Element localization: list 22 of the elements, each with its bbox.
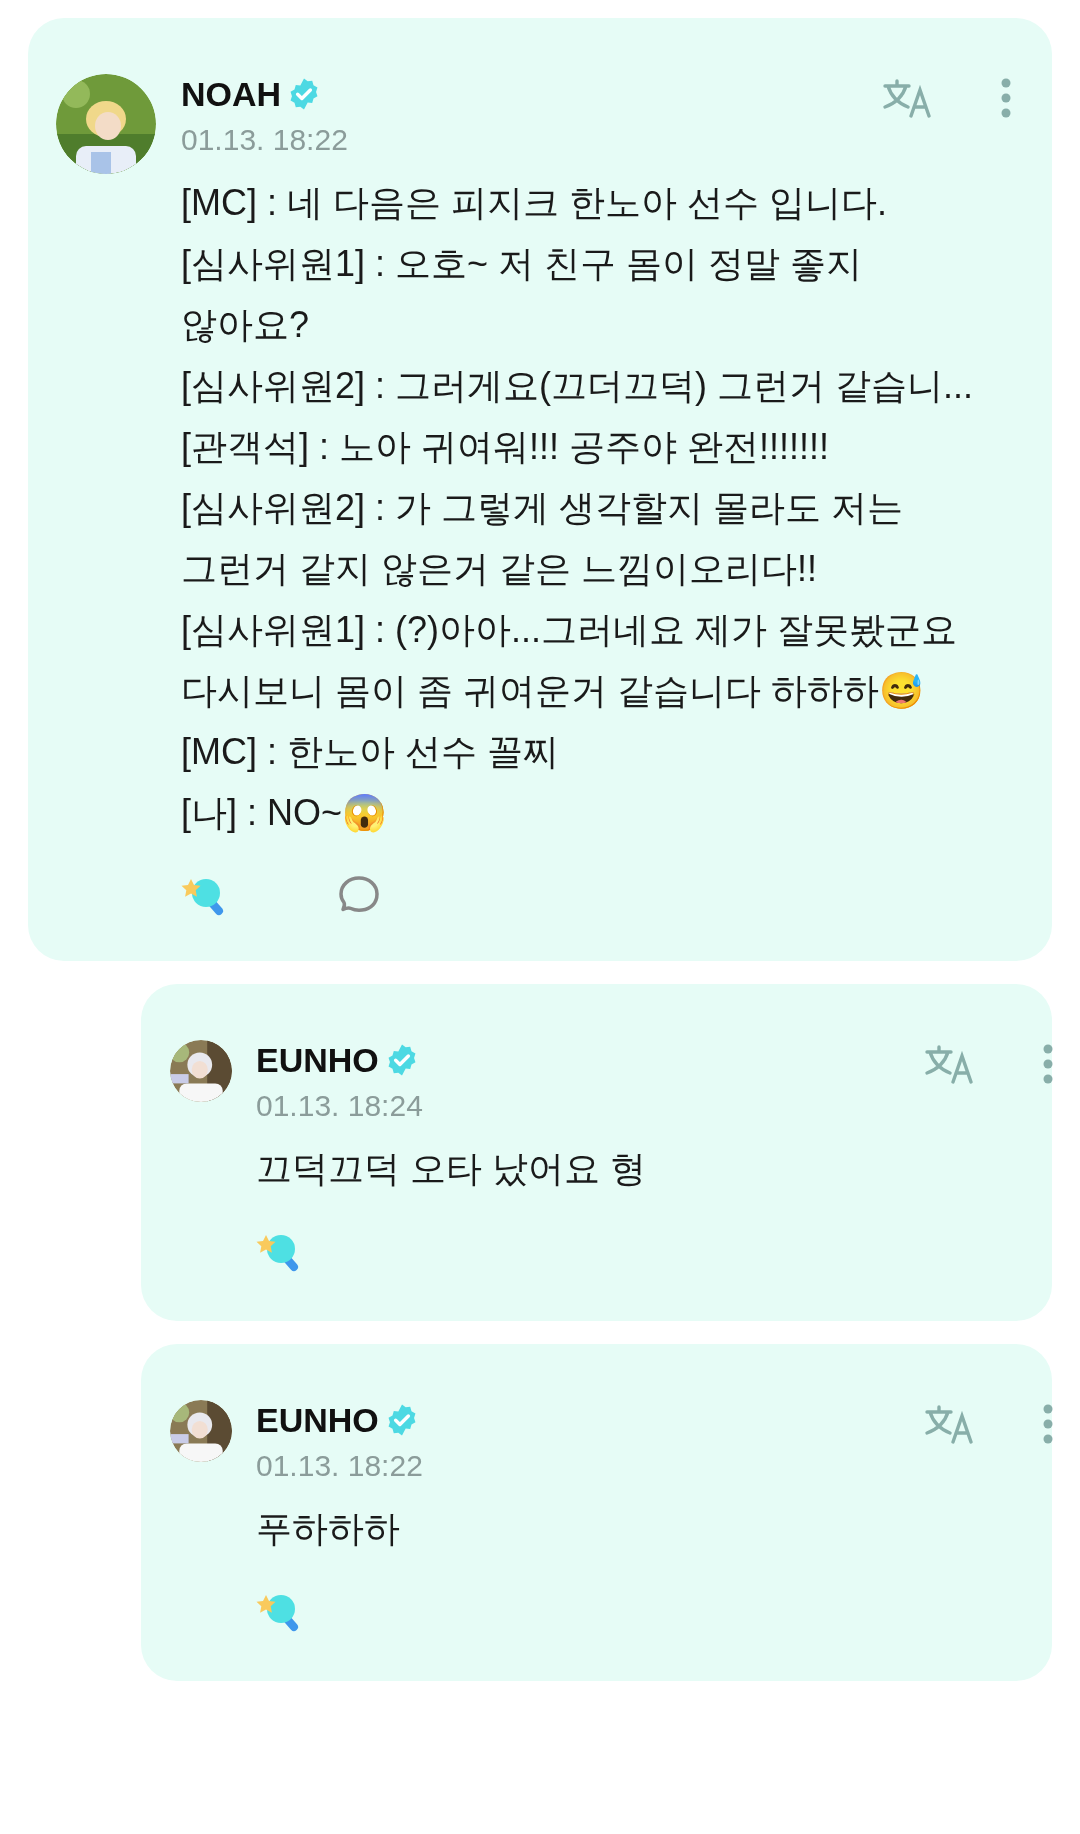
translate-icon[interactable] — [924, 1404, 976, 1444]
comment-text: [나] : NO~😱 — [181, 791, 389, 835]
author-name[interactable]: EUNHO — [256, 1040, 379, 1080]
more-options-icon[interactable] — [1000, 78, 1012, 118]
comment-text: 푸하하하 — [256, 1507, 401, 1551]
more-options-icon[interactable] — [1042, 1044, 1054, 1084]
comment-text: [심사위원1] : 오호~ 저 친구 몸이 정말 좋지 않아요? — [181, 242, 864, 347]
author-name[interactable]: EUNHO — [256, 1400, 379, 1440]
author-name[interactable]: NOAH — [181, 74, 282, 114]
comment-text: [MC] : 네 다음은 피지크 한노아 선수 입니다. — [181, 181, 888, 225]
timestamp: 01.13. 18:22 — [256, 1448, 424, 1484]
comment-text: [MC] : 한노아 선수 꼴찌 — [181, 730, 560, 774]
comment-text: 끄덕끄덕 오타 났어요 형 — [256, 1147, 647, 1191]
comment-text: [심사위원2] : 가 그렇게 생각할지 몰라도 저는 그런거 같지 않은거 같은 느낌이오리다!! — [181, 486, 905, 591]
timestamp: 01.13. 18:24 — [256, 1088, 424, 1124]
comment-text: [심사위원2] : 그러게요(끄더끄덕) 그런거 같습니... — [181, 364, 975, 408]
translate-icon[interactable] — [882, 78, 934, 118]
comment-text: [관객석] : 노아 귀여워!!! 공주야 완전!!!!!!! — [181, 425, 831, 469]
comment-text: [심사위원1] : (?)아아...그러네요 제가 잘못봤군요 다시보니 몸이 좀 귀여운거 같습니다 하하하😅 — [181, 608, 959, 713]
timestamp: 01.13. 18:22 — [181, 122, 349, 158]
translate-icon[interactable] — [924, 1044, 976, 1084]
more-options-icon[interactable] — [1042, 1404, 1054, 1444]
